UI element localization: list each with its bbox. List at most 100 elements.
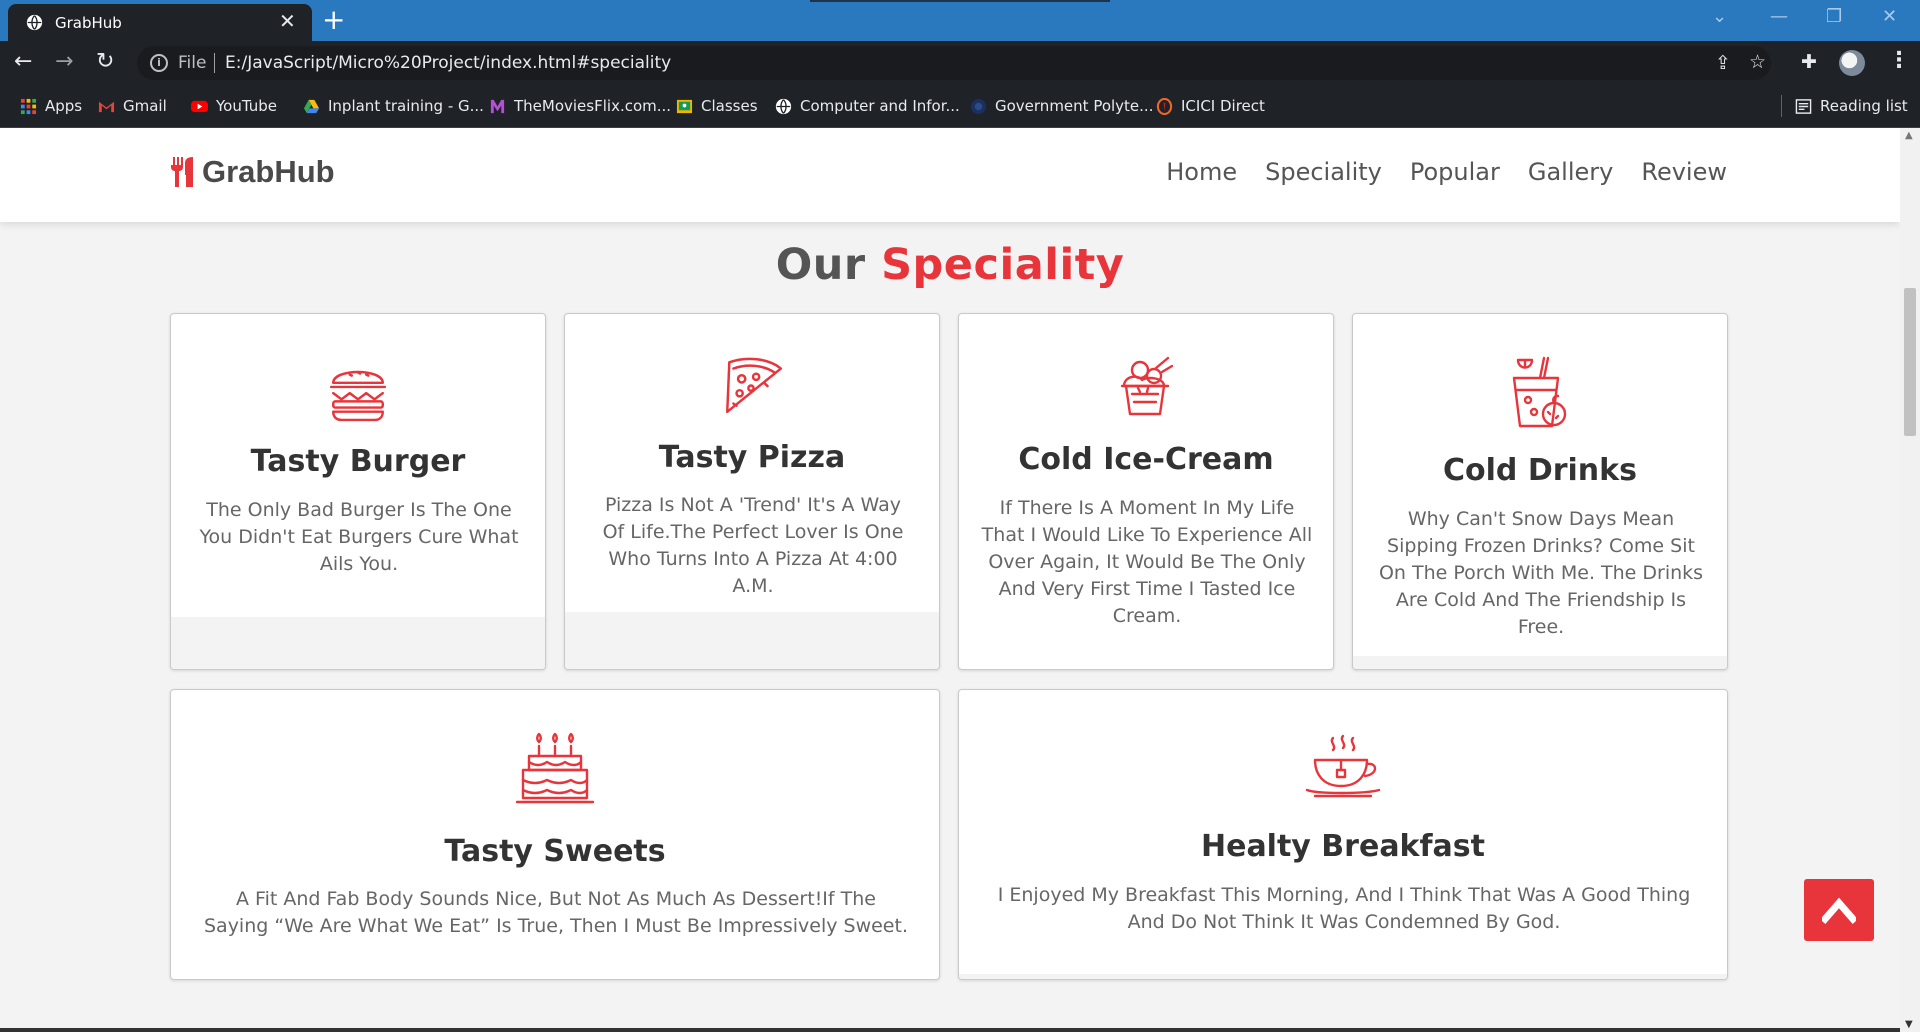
browser-tab[interactable]: GrabHub ✕ (8, 4, 312, 41)
scroll-down-arrow-icon[interactable]: ▼ (1905, 1019, 1913, 1030)
site-header: GrabHub Home Speciality Popular Gallery … (0, 128, 1900, 222)
bookmarks-separator (1781, 95, 1782, 117)
tab-strip-accent (810, 0, 1110, 2)
bookmark-inplant-training[interactable]: Inplant training - G... (303, 97, 484, 115)
nav-gallery[interactable]: Gallery (1528, 158, 1613, 186)
nav-popular[interactable]: Popular (1410, 158, 1500, 186)
card-footer (565, 612, 939, 669)
classroom-icon (676, 99, 693, 113)
college-icon (970, 98, 987, 114)
speciality-card-breakfast: Healty Breakfast I Enjoyed My Breakfast … (958, 689, 1728, 980)
card-description: Pizza Is Not A 'Trend' It's A Way Of Lif… (602, 494, 904, 597)
bookmark-gmail[interactable]: Gmail (98, 97, 167, 115)
scrollbar-thumb[interactable] (1904, 288, 1916, 436)
card-description: I Enjoyed My Breakfast This Morning, And… (997, 884, 1691, 933)
logo-text: GrabHub (202, 154, 335, 189)
taskbar-edge (0, 1028, 1900, 1032)
card-title: Cold Ice-Cream (1018, 442, 1274, 477)
bookmark-label: Apps (45, 97, 83, 115)
bookmark-label: TheMoviesFlix.com... (514, 97, 672, 115)
restore-icon[interactable]: ❐ (1826, 8, 1842, 26)
card-title: Healty Breakfast (1200, 829, 1486, 864)
reload-icon[interactable]: ↻ (96, 50, 114, 74)
card-description: If There Is A Moment In My Life That I W… (981, 497, 1313, 627)
youtube-icon (191, 100, 208, 112)
bookmark-label: Inplant training - G... (328, 97, 484, 115)
reading-list-button[interactable]: Reading list (1795, 97, 1908, 115)
bookmarks-bar: Apps Gmail YouTube Inplant training - G.… (0, 85, 1920, 128)
info-icon[interactable]: i (150, 54, 168, 72)
bookmark-icici-direct[interactable]: ICICI Direct (1156, 97, 1265, 115)
nav-home[interactable]: Home (1166, 158, 1237, 186)
back-arrow-icon[interactable]: ← (14, 50, 32, 74)
bookmark-classes[interactable]: Classes (676, 97, 758, 115)
card-title: Tasty Burger (250, 444, 466, 479)
reading-list-label: Reading list (1820, 97, 1908, 115)
scroll-to-top-button[interactable] (1804, 879, 1874, 941)
card-title: Tasty Sweets (444, 834, 666, 869)
card-footer (959, 974, 1727, 979)
icici-icon (1156, 97, 1173, 115)
apps-grid-icon (20, 98, 37, 114)
speciality-card-burger: Tasty Burger The Only Bad Burger Is The … (170, 313, 546, 670)
speciality-card-cold-drinks: Cold Drinks Why Can't Snow Days Mean Sip… (1352, 313, 1728, 670)
site-logo[interactable]: GrabHub (170, 154, 335, 190)
bookmark-government-polytechnic[interactable]: Government Polyte... (970, 97, 1153, 115)
ice-cream-icon (1120, 356, 1174, 416)
google-drive-icon (303, 99, 320, 113)
profile-avatar[interactable] (1839, 50, 1865, 76)
nav-review[interactable]: Review (1641, 158, 1727, 186)
card-title: Tasty Pizza (658, 440, 846, 475)
scroll-up-arrow-icon[interactable]: ▲ (1905, 130, 1913, 141)
bookmark-youtube[interactable]: YouTube (191, 97, 277, 115)
bookmark-star-icon[interactable]: ☆ (1749, 51, 1766, 73)
gmail-icon (98, 101, 115, 112)
pizza-icon (726, 357, 783, 414)
bookmark-label: Government Polyte... (995, 97, 1154, 115)
page-viewport: GrabHub Home Speciality Popular Gallery … (0, 128, 1900, 1032)
bookmark-apps[interactable]: Apps (20, 97, 82, 115)
nav-speciality[interactable]: Speciality (1265, 158, 1382, 186)
minimize-icon[interactable]: — (1770, 8, 1788, 26)
tab-search-chevron-icon[interactable]: ⌄ (1712, 8, 1727, 26)
card-footer (1353, 656, 1727, 669)
browser-toolbar: ← → ↻ i File E:/JavaScript/Micro%20Proje… (0, 41, 1920, 85)
address-url[interactable]: E:/JavaScript/Micro%20Project/index.html… (225, 53, 671, 73)
heading-accent: Speciality (881, 240, 1125, 290)
close-tab-icon[interactable]: ✕ (279, 11, 296, 31)
browser-tab-strip: GrabHub ✕ + ⌄ — ❐ ✕ (0, 0, 1920, 41)
utensils-icon (171, 157, 193, 187)
main-nav: Home Speciality Popular Gallery Review (1166, 158, 1727, 186)
new-tab-button[interactable]: + (322, 6, 345, 34)
page-scrollbar[interactable]: ▲ ▼ (1900, 128, 1920, 1032)
bookmark-label: ICICI Direct (1181, 97, 1265, 115)
bookmark-computer-info[interactable]: Computer and Infor... (775, 97, 960, 115)
bookmark-moviesflix[interactable]: TheMoviesFlix.com... (489, 97, 671, 115)
share-icon[interactable]: ⇪ (1715, 52, 1731, 74)
bookmark-label: Gmail (123, 97, 167, 115)
burger-icon (329, 370, 387, 422)
speciality-card-sweets: Tasty Sweets A Fit And Fab Body Sounds N… (170, 689, 940, 980)
tab-title: GrabHub (55, 14, 122, 32)
cold-drink-icon (1512, 356, 1567, 428)
card-title: Cold Drinks (1443, 453, 1637, 488)
address-separator (214, 53, 215, 73)
bookmark-label: Computer and Infor... (800, 97, 960, 115)
card-description: The Only Bad Burger Is The One You Didn'… (199, 499, 519, 575)
heading-plain: Our (775, 240, 866, 290)
bookmark-label: YouTube (216, 97, 277, 115)
speciality-card-ice-cream: Cold Ice-Cream If There Is A Moment In M… (958, 313, 1334, 670)
moviesflix-icon (490, 99, 505, 113)
address-bar[interactable]: i File E:/JavaScript/Micro%20Project/ind… (137, 46, 1771, 80)
forward-arrow-icon[interactable]: → (55, 50, 73, 74)
close-window-icon[interactable]: ✕ (1882, 8, 1897, 26)
menu-kebab-icon[interactable]: ⋮ (1888, 49, 1910, 73)
section-heading: Our Speciality (0, 240, 1900, 290)
card-description: Why Can't Snow Days Mean Sipping Frozen … (1378, 508, 1704, 638)
reading-list-icon (1795, 98, 1812, 114)
cake-icon (515, 732, 595, 804)
coffee-cup-icon (1305, 734, 1381, 798)
bookmark-label: Classes (701, 97, 758, 115)
card-description: A Fit And Fab Body Sounds Nice, But Not … (203, 888, 908, 937)
extensions-puzzle-icon[interactable]: ✚ (1801, 51, 1817, 73)
